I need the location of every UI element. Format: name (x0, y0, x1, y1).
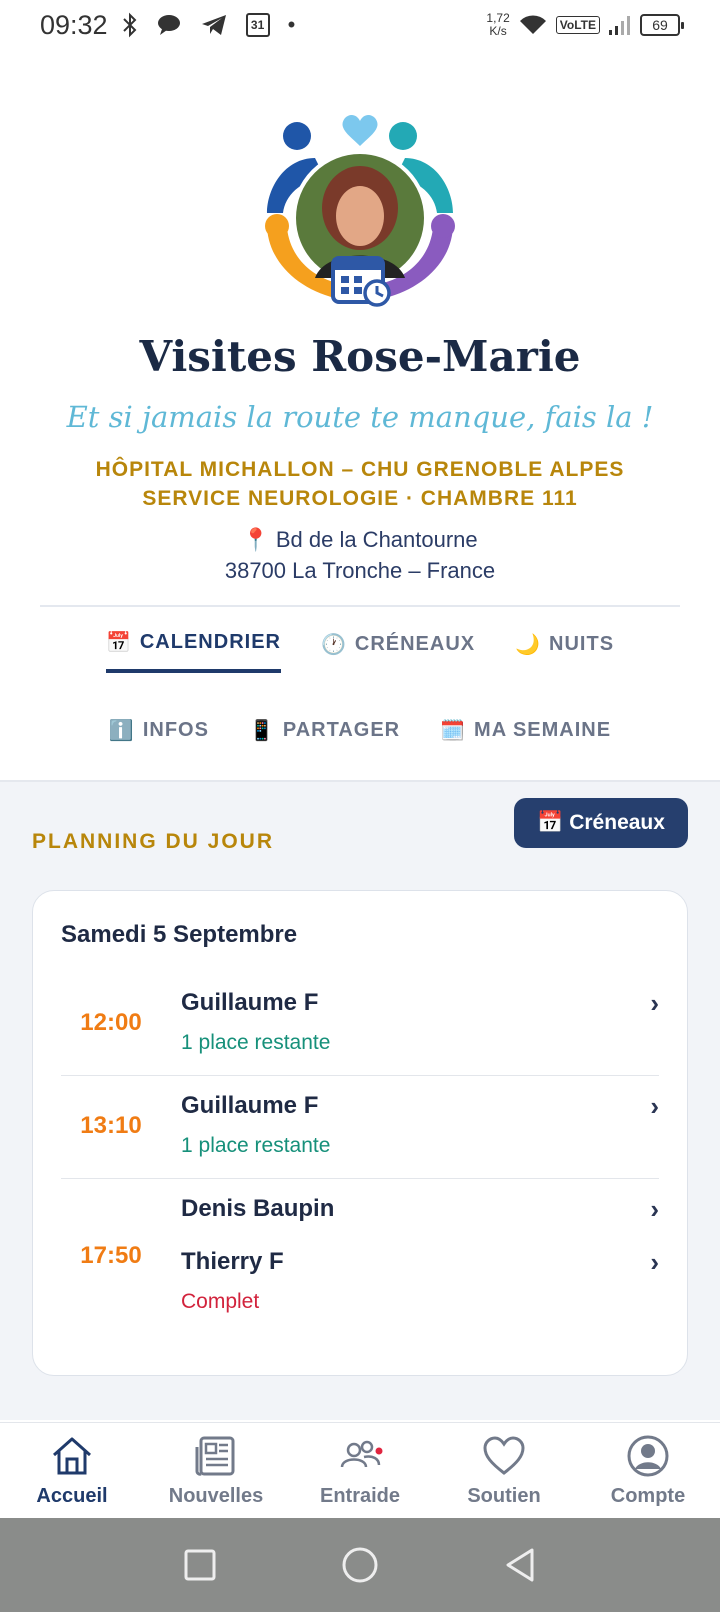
volte-badge: VoLTE (555, 16, 600, 34)
nav-accueil[interactable]: Accueil (0, 1423, 144, 1518)
chevron-right-icon: › (650, 1246, 659, 1277)
slot-body: Guillaume F › 1 place restante (161, 983, 659, 1063)
tab-ma-semaine[interactable]: 🗓️ MA SEMAINE (440, 718, 611, 757)
wifi-icon (519, 15, 546, 34)
tab-calendrier[interactable]: 📅 CALENDRIER (105, 630, 281, 673)
header-divider (40, 605, 680, 607)
tabs-row-2: ℹ️ INFOS 📱 PARTAGER 🗓️ MA SEMAINE (0, 718, 720, 757)
visitor-row[interactable]: Denis Baupin › (181, 1189, 659, 1229)
status-time: 09:32 (40, 9, 108, 40)
chevron-right-icon: › (650, 1090, 659, 1121)
nav-soutien[interactable]: Soutien (432, 1423, 576, 1518)
back-icon[interactable] (500, 1545, 540, 1585)
day-card: Samedi 5 Septembre 12:00 Guillaume F › 1… (32, 890, 688, 1376)
nav-entraide[interactable]: Entraide (288, 1423, 432, 1518)
visitor-row[interactable]: Thierry F › (181, 1242, 659, 1282)
phone-icon: 📱 (248, 720, 275, 742)
notification-dot: • (287, 12, 296, 37)
system-nav-bar (0, 1518, 720, 1612)
clock-icon: 🕐 (320, 634, 347, 656)
battery-icon: 69 (640, 14, 684, 36)
slot-time: 17:50 (80, 1241, 142, 1269)
address: 📍 Bd de la Chantourne 38700 La Tronche –… (0, 524, 720, 586)
telegram-icon (201, 15, 226, 35)
visitor-name: Guillaume F (181, 989, 319, 1016)
tab-creneaux[interactable]: 🕐 CRÉNEAUX (321, 630, 475, 673)
visitor-name: Guillaume F (181, 1092, 319, 1119)
tab-partager[interactable]: 📱 PARTAGER (249, 718, 400, 757)
app-logo (265, 114, 455, 307)
slot-status: 1 place restante (181, 1134, 331, 1157)
people-icon (340, 1440, 383, 1468)
calendar-icon: 📅 (537, 811, 564, 834)
slot-time: 12:00 (80, 1009, 142, 1036)
bluetooth-icon (122, 12, 136, 38)
home-icon (53, 1437, 91, 1475)
section-title: PLANNING DU JOUR (32, 830, 275, 853)
slot-body: Guillaume F › 1 place restante (161, 1086, 659, 1166)
nav-compte[interactable]: Compte (576, 1423, 720, 1518)
bottom-nav: Accueil Nouvelles Entraide Soutien Compt… (0, 1422, 720, 1518)
account-icon (627, 1435, 669, 1477)
visitor-name: Denis Baupin (181, 1195, 335, 1222)
visitor-name: Thierry F (181, 1248, 284, 1275)
hospital-info: HÔPITAL MICHALLON – CHU GRENOBLE ALPES S… (0, 455, 720, 513)
creneaux-button[interactable]: 📅 Créneaux (514, 798, 688, 848)
tab-nuits[interactable]: 🌙 NUITS (515, 630, 614, 673)
address-city: 38700 La Tronche – France (224, 558, 496, 583)
spiral-calendar-icon: 🗓️ (440, 720, 467, 742)
slot-status: 1 place restante (181, 1031, 331, 1054)
home-circle-icon[interactable] (340, 1545, 380, 1585)
app-screen: 09:32 31 • 1,72 K/s VoLTE 69 Visites Ros… (0, 0, 720, 1612)
hospital-name: HÔPITAL MICHALLON – CHU GRENOBLE ALPES (95, 458, 625, 481)
planning-section: PLANNING DU JOUR 📅 Créneaux Samedi 5 Sep… (0, 780, 720, 1420)
tabs-row-1: 📅 CALENDRIER 🕐 CRÉNEAUX 🌙 NUITS (0, 630, 720, 673)
network-speed: 1,72 K/s (486, 11, 510, 38)
slot-time: 13:10 (80, 1112, 142, 1139)
slot-row: 17:50 Denis Baupin › Thierry F › Complet (61, 1179, 659, 1334)
visitor-row[interactable]: Guillaume F › (181, 983, 659, 1023)
slot-body: Denis Baupin › Thierry F › Complet (161, 1189, 659, 1322)
slot-row: 12:00 Guillaume F › 1 place restante (61, 973, 659, 1076)
chevron-right-icon: › (650, 1193, 659, 1224)
service-room: SERVICE NEUROLOGIE · CHAMBRE 111 (142, 487, 578, 510)
status-bar: 09:32 31 • 1,72 K/s VoLTE 69 (0, 0, 720, 50)
location-pin-icon: 📍 (242, 527, 270, 552)
notification-icons: 31 • (122, 12, 296, 38)
card-date: Samedi 5 Septembre (61, 921, 298, 948)
slot-row: 13:10 Guillaume F › 1 place restante (61, 1076, 659, 1179)
signal-icon (609, 16, 630, 35)
visitor-row[interactable]: Guillaume F › (181, 1086, 659, 1126)
newspaper-icon (195, 1436, 235, 1476)
system-status-icons: 1,72 K/s VoLTE 69 (486, 11, 684, 38)
calendar-icon: 📅 (105, 632, 132, 654)
page-title: Visites Rose-Marie (139, 332, 581, 381)
heart-icon (483, 1436, 525, 1475)
profile-header: Visites Rose-Marie Et si jamais la route… (0, 50, 720, 780)
moon-icon: 🌙 (515, 634, 542, 656)
calendar-icon: 31 (245, 13, 270, 37)
slot-status: Complet (181, 1290, 260, 1313)
address-street: 📍 Bd de la Chantourne (242, 527, 478, 552)
nav-nouvelles[interactable]: Nouvelles (144, 1423, 288, 1518)
info-icon: ℹ️ (108, 720, 135, 742)
recents-icon[interactable] (180, 1545, 220, 1585)
chevron-right-icon: › (650, 987, 659, 1018)
tab-infos[interactable]: ℹ️ INFOS (109, 718, 209, 757)
chat-icon (157, 15, 180, 35)
tagline: Et si jamais la route te manque, fais la… (66, 400, 654, 434)
